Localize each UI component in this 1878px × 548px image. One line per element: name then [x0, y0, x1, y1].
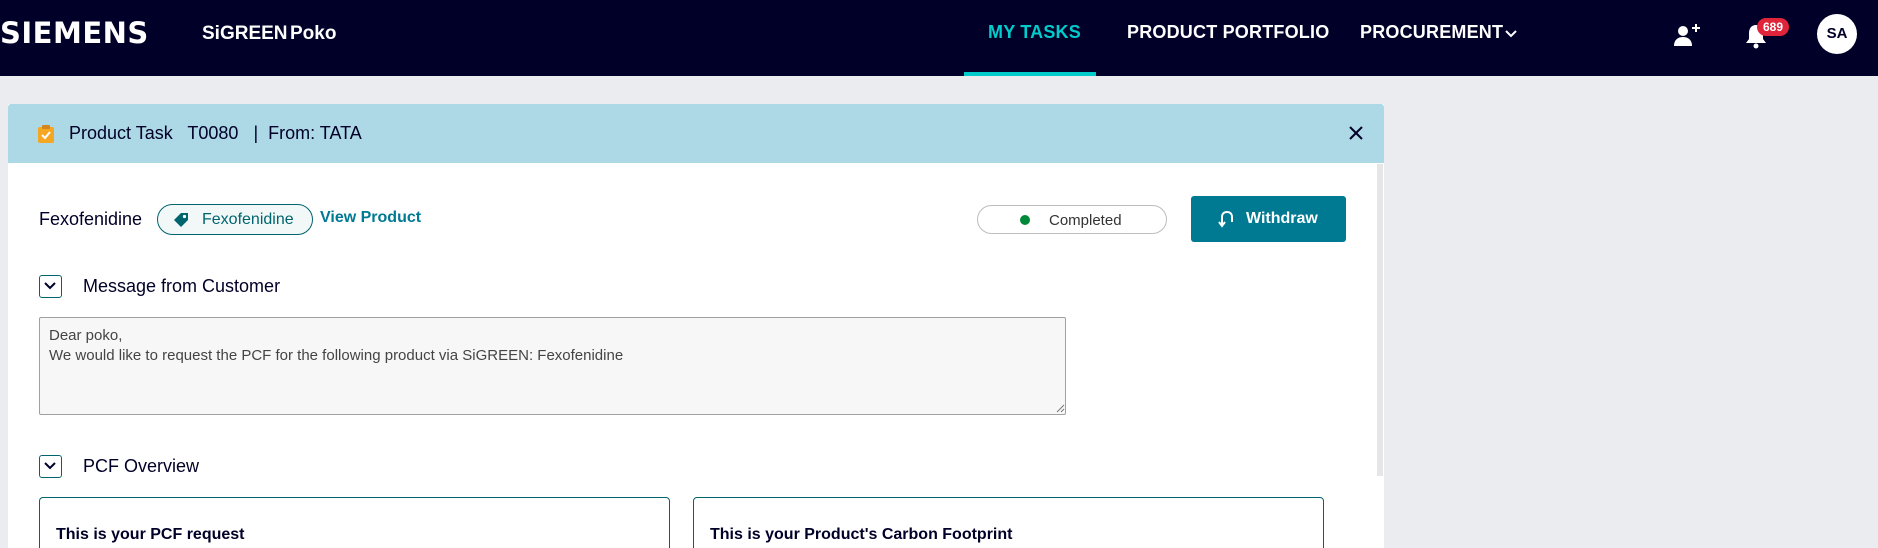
withdraw-button[interactable]: Withdraw	[1191, 196, 1346, 242]
carbon-footprint-card: This is your Product's Carbon Footprint	[693, 497, 1324, 548]
top-navigation-bar: SIEMENS SiGREEN Poko MY TASKS PRODUCT PO…	[0, 0, 1878, 76]
product-tag-label: Fexofenidine	[202, 211, 294, 228]
tag-icon	[174, 213, 188, 227]
view-product-link[interactable]: View Product	[320, 209, 421, 227]
nav-product-portfolio[interactable]: PRODUCT PORTFOLIO	[1127, 22, 1329, 43]
carbon-footprint-card-title: This is your Product's Carbon Footprint	[710, 526, 1013, 543]
nav-procurement[interactable]: PROCUREMENT	[1360, 22, 1503, 43]
pcf-section-title: PCF Overview	[83, 456, 200, 476]
add-user-icon[interactable]	[1669, 20, 1701, 52]
status-label: Completed	[1049, 212, 1122, 229]
app-name: SiGREEN	[202, 23, 288, 44]
pcf-section-toggle[interactable]	[39, 455, 62, 478]
task-title: Product Task T0080 | From: TATA	[69, 123, 362, 143]
chevron-down-icon	[44, 282, 56, 290]
product-task-panel: Product Task T0080 | From: TATA Fexofeni…	[8, 104, 1384, 548]
task-panel-header: Product Task T0080 | From: TATA	[8, 104, 1384, 163]
withdraw-icon	[1218, 210, 1233, 228]
organization-name: Poko	[290, 23, 337, 44]
message-section-toggle[interactable]	[39, 275, 62, 298]
chevron-down-icon	[44, 462, 56, 470]
pcf-request-card-title: This is your PCF request	[56, 526, 245, 543]
status-indicator-dot	[1020, 215, 1030, 225]
customer-message-textarea[interactable]: Dear poko, We would like to request the …	[39, 317, 1066, 415]
close-icon[interactable]	[1348, 125, 1364, 141]
nav-my-tasks[interactable]: MY TASKS	[988, 22, 1081, 43]
notification-count-badge: 689	[1757, 18, 1790, 36]
product-tag[interactable]: Fexofenidine	[157, 204, 313, 235]
siemens-logo[interactable]: SIEMENS	[0, 16, 149, 50]
product-name: Fexofenidine	[39, 209, 143, 229]
panel-scrollbar[interactable]	[1377, 164, 1383, 476]
resize-grip-icon[interactable]	[1056, 404, 1065, 413]
task-clipboard-icon	[38, 125, 54, 143]
active-nav-indicator	[964, 72, 1096, 76]
withdraw-button-label: Withdraw	[1246, 210, 1318, 227]
chevron-down-icon[interactable]	[1503, 26, 1519, 42]
message-section-title: Message from Customer	[83, 276, 281, 296]
status-badge: Completed	[977, 205, 1167, 234]
pcf-request-card: This is your PCF request	[39, 497, 670, 548]
user-avatar[interactable]: SA	[1817, 14, 1857, 54]
